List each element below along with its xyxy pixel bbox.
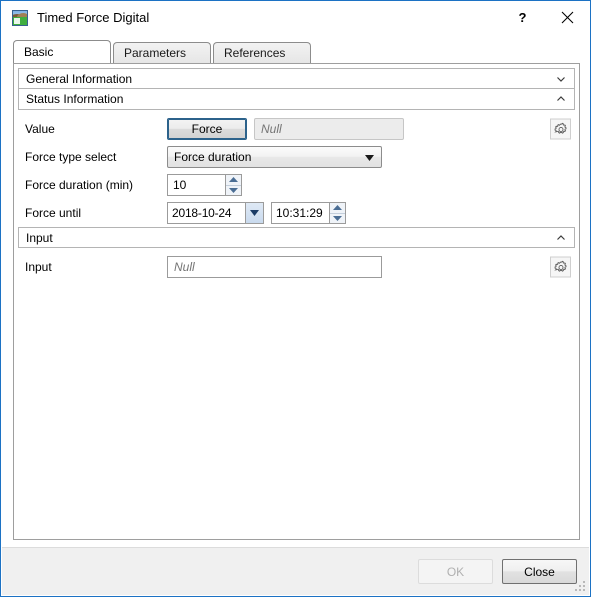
force-button-label: Force	[191, 122, 223, 136]
group-title-status-information: Status Information	[26, 92, 124, 106]
tab-basic[interactable]: Basic	[13, 40, 111, 63]
close-button-label: Close	[524, 564, 555, 579]
spinner-up-button[interactable]	[330, 203, 345, 213]
tab-strip: Basic Parameters References	[13, 40, 313, 63]
dialog-window: Timed Force Digital ? Basic Parameters R…	[0, 0, 591, 597]
status-information-fields: Value Force Force type select	[18, 110, 575, 227]
value-field[interactable]	[254, 118, 404, 140]
footer-buttons: OK Close	[418, 559, 577, 584]
ok-button[interactable]: OK	[418, 559, 493, 584]
close-button[interactable]: Close	[502, 559, 577, 584]
force-until-date-input[interactable]	[167, 202, 245, 224]
label-force-type-select: Force type select	[25, 150, 117, 164]
tab-references[interactable]: References	[213, 42, 311, 63]
row-force-duration: Force duration (min)	[18, 171, 575, 199]
title-bar: Timed Force Digital ?	[1, 1, 590, 34]
value-settings-button[interactable]	[550, 118, 571, 140]
title-bar-buttons: ?	[500, 1, 590, 34]
row-force-until: Force until	[18, 199, 575, 227]
force-type-select-value: Force duration	[174, 150, 252, 164]
tab-panel-basic: General Information Status Information V…	[13, 63, 580, 540]
force-button[interactable]: Force	[167, 118, 247, 140]
image-landscape-icon	[12, 9, 28, 26]
force-type-select-dropdown[interactable]: Force duration	[167, 146, 382, 168]
force-duration-spin-buttons	[225, 174, 242, 196]
force-duration-input[interactable]	[167, 174, 225, 196]
force-until-date-picker	[167, 202, 264, 224]
force-duration-stepper	[167, 174, 242, 196]
spinner-down-button[interactable]	[330, 212, 345, 224]
caret-up-icon	[229, 177, 238, 183]
tab-parameters[interactable]: Parameters	[113, 42, 211, 63]
chevron-up-icon	[556, 233, 566, 243]
spinner-down-button[interactable]	[226, 184, 241, 196]
time-spin-buttons	[329, 202, 346, 224]
force-until-time-input[interactable]	[271, 202, 329, 224]
label-force-duration: Force duration (min)	[25, 178, 134, 192]
chevron-down-icon	[556, 74, 566, 84]
input-settings-button[interactable]	[550, 256, 571, 278]
group-title-input: Input	[26, 230, 53, 245]
row-force-type-select: Force type select Force duration	[18, 143, 575, 171]
input-fields: Input	[18, 248, 575, 281]
caret-down-icon	[333, 215, 342, 221]
tab-references-label: References	[224, 46, 286, 60]
row-input: Input	[18, 253, 575, 281]
group-header-general-information[interactable]: General Information	[18, 68, 575, 89]
tab-basic-label: Basic	[24, 45, 54, 59]
gear-icon	[553, 122, 566, 134]
tab-parameters-label: Parameters	[124, 46, 187, 60]
caret-down-icon	[229, 187, 238, 193]
group-header-status-information[interactable]: Status Information	[18, 89, 575, 110]
label-input: Input	[25, 260, 52, 274]
chevron-down-icon	[365, 150, 374, 164]
group-title-general-information: General Information	[26, 71, 133, 86]
label-value: Value	[25, 122, 55, 136]
gear-icon	[553, 260, 566, 272]
panel-content: General Information Status Information V…	[18, 68, 575, 535]
resize-grip[interactable]	[574, 580, 586, 592]
close-window-button[interactable]	[545, 1, 590, 34]
window-title: Timed Force Digital	[37, 10, 150, 25]
caret-up-icon	[333, 205, 342, 211]
resize-grip-icon	[575, 581, 585, 591]
spinner-up-button[interactable]	[226, 175, 241, 185]
chevron-up-icon	[556, 94, 566, 104]
input-field[interactable]	[167, 256, 382, 278]
date-picker-dropdown-button[interactable]	[245, 202, 264, 224]
dialog-footer: OK Close	[2, 547, 589, 595]
close-icon	[561, 11, 574, 24]
force-until-time-stepper	[271, 202, 346, 224]
ok-button-label: OK	[446, 564, 465, 579]
chevron-down-icon	[250, 210, 259, 216]
label-force-until: Force until	[25, 206, 82, 220]
row-value: Value Force	[18, 115, 575, 143]
help-button[interactable]: ?	[500, 1, 545, 34]
group-header-input[interactable]: Input	[18, 227, 575, 248]
